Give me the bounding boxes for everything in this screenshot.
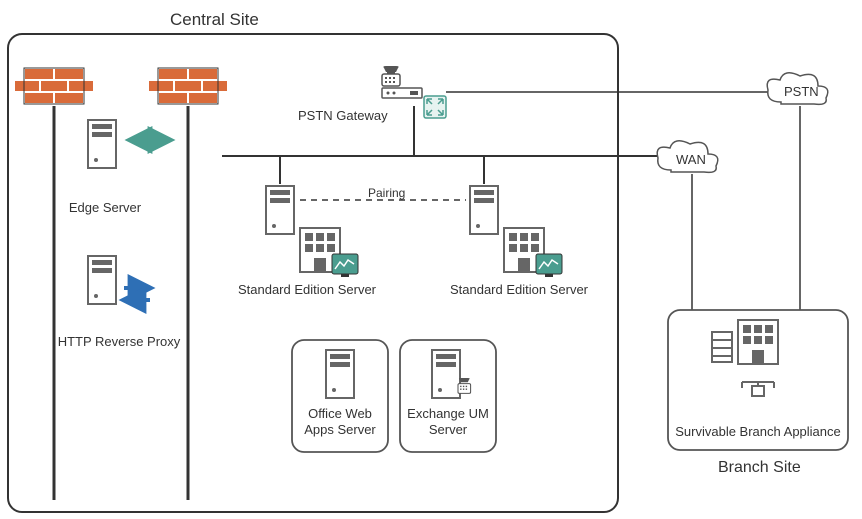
branch-site-title: Branch Site xyxy=(718,458,801,477)
pstn-gateway-label: PSTN Gateway xyxy=(298,108,388,124)
server-icon xyxy=(266,186,294,234)
swap-arrows-icon xyxy=(124,288,150,300)
rack-icon xyxy=(712,332,732,362)
network-icon xyxy=(742,382,774,396)
office-web-apps-label: Office Web Apps Server xyxy=(300,406,380,437)
pstn-cloud-label: PSTN xyxy=(784,84,819,100)
firewall-icon xyxy=(148,68,228,104)
monitor-icon xyxy=(536,254,562,277)
server-icon xyxy=(88,120,116,168)
server-icon xyxy=(432,350,460,398)
exchange-um-label: Exchange UM Server xyxy=(406,406,490,437)
pairing-label: Pairing xyxy=(368,186,405,200)
server-icon xyxy=(470,186,498,234)
survivable-branch-label: Survivable Branch Appliance xyxy=(672,424,844,440)
wan-cloud-label: WAN xyxy=(676,152,706,168)
server-icon xyxy=(326,350,354,398)
phone-icon xyxy=(458,378,471,393)
monitor-icon xyxy=(332,254,358,277)
diagram-canvas xyxy=(0,0,862,519)
server-icon xyxy=(88,256,116,304)
phone-icon xyxy=(382,66,422,98)
se-server-1-label: Standard Edition Server xyxy=(232,282,382,298)
fullscreen-icon xyxy=(424,96,446,118)
se-server-2-label: Standard Edition Server xyxy=(444,282,594,298)
building-icon xyxy=(738,320,778,364)
edge-server-label: Edge Server xyxy=(60,200,150,216)
firewall-icon xyxy=(14,68,94,104)
central-site-title: Central Site xyxy=(170,10,259,30)
http-reverse-proxy-label: HTTP Reverse Proxy xyxy=(54,334,184,350)
